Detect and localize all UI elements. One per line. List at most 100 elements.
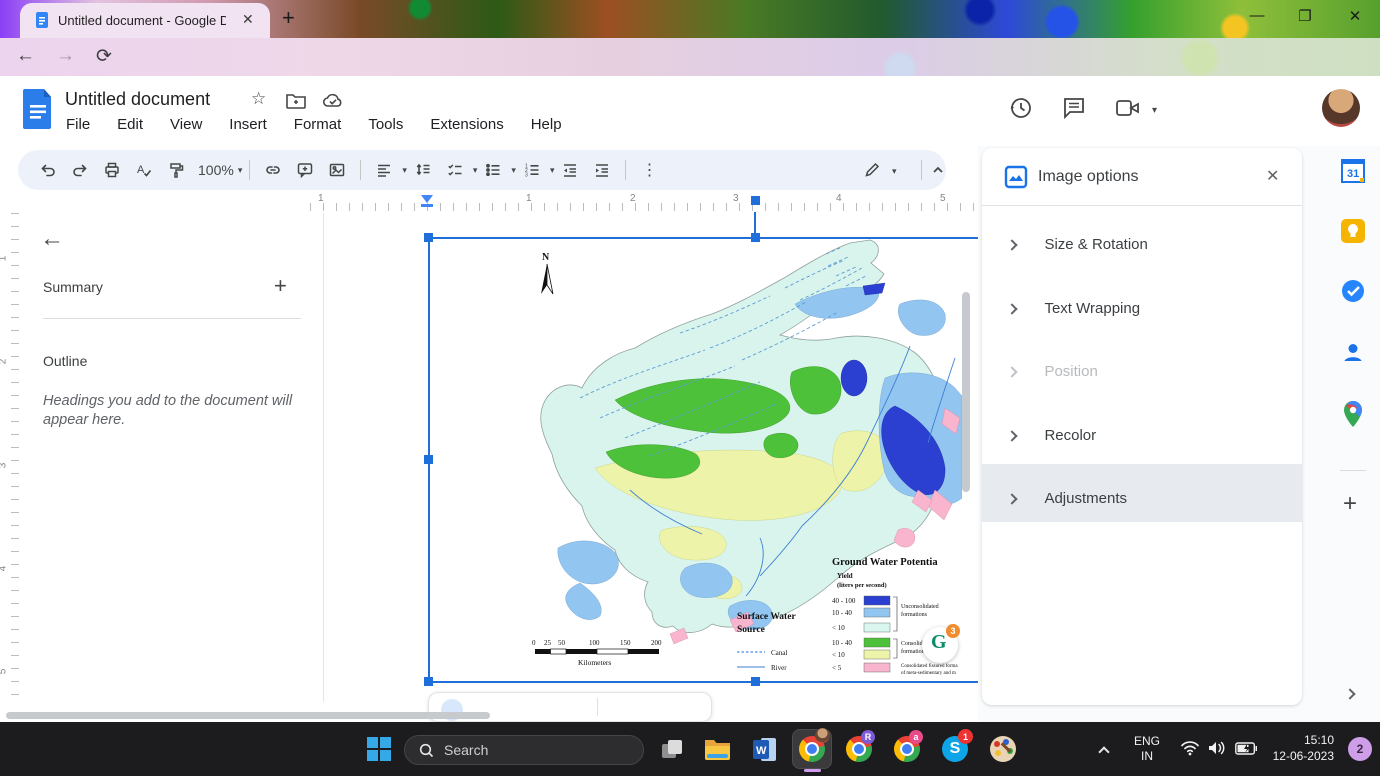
menu-view[interactable]: View: [170, 116, 202, 133]
print-button[interactable]: [99, 157, 125, 183]
panel-close-icon[interactable]: ✕: [1266, 166, 1279, 186]
checklist-button[interactable]: [442, 157, 468, 183]
image-rotation-handle[interactable]: [751, 196, 760, 205]
get-add-ons-icon[interactable]: +: [1343, 490, 1357, 518]
taskbar-clock[interactable]: 15:10 12-06-2023: [1258, 732, 1334, 764]
selection-handle-bottom-middle[interactable]: [751, 677, 760, 686]
menu-extensions[interactable]: Extensions: [430, 116, 503, 133]
start-button[interactable]: [366, 736, 392, 762]
cloud-saved-icon[interactable]: [322, 93, 344, 109]
document-horizontal-scrollbar[interactable]: [6, 712, 490, 719]
document-vertical-scrollbar[interactable]: [962, 292, 970, 492]
menu-format[interactable]: Format: [294, 116, 342, 133]
docs-logo[interactable]: [23, 89, 53, 129]
wifi-icon[interactable]: [1180, 740, 1200, 756]
bulleted-list-caret[interactable]: ▾: [511, 165, 516, 176]
meet-video-icon[interactable]: [1116, 99, 1140, 117]
chrome-profile3-app[interactable]: a: [894, 736, 920, 762]
north-arrow: N: [541, 252, 553, 294]
comments-icon[interactable]: [1062, 96, 1086, 120]
panel-item-text-wrapping[interactable]: Text Wrapping: [1008, 300, 1140, 318]
chrome-profile2-app[interactable]: R: [846, 736, 872, 762]
insert-link-button[interactable]: [260, 157, 286, 183]
document-canvas[interactable]: N Ground Water Potentia Yield (liters pe…: [324, 213, 980, 722]
spelling-check-button[interactable]: A: [131, 157, 157, 183]
zoom-dropdown-caret[interactable]: ▾: [238, 165, 243, 176]
paint-app[interactable]: [990, 736, 1016, 762]
selection-handle-middle-left[interactable]: [424, 455, 433, 464]
version-history-icon[interactable]: [1008, 95, 1034, 121]
google-maps-icon[interactable]: [1342, 400, 1364, 428]
decrease-indent-button[interactable]: [557, 157, 583, 183]
tray-expand-icon[interactable]: [1098, 746, 1109, 757]
increase-indent-button[interactable]: [589, 157, 615, 183]
collapse-toolbar-button[interactable]: [925, 157, 951, 183]
editing-mode-caret[interactable]: ▾: [892, 166, 897, 177]
move-to-folder-icon[interactable]: [286, 93, 306, 109]
selection-handle-top-left[interactable]: [424, 233, 433, 242]
battery-icon[interactable]: [1235, 742, 1257, 755]
editing-mode-button[interactable]: [859, 157, 885, 183]
add-summary-icon[interactable]: +: [274, 273, 287, 299]
collapse-side-strip-icon[interactable]: [1344, 688, 1355, 699]
google-keep-icon[interactable]: [1340, 218, 1366, 244]
skype-app[interactable]: S 1: [942, 736, 968, 762]
menu-help[interactable]: Help: [531, 116, 562, 133]
svg-text:25: 25: [544, 639, 552, 647]
word-icon[interactable]: W: [752, 737, 777, 762]
numbered-list-caret[interactable]: ▾: [550, 165, 555, 176]
svg-text:of meta-sedimentary and m: of meta-sedimentary and m: [901, 671, 956, 676]
taskbar-search-box[interactable]: Search: [404, 735, 644, 765]
new-tab-button[interactable]: +: [282, 5, 295, 31]
indent-marker[interactable]: [421, 195, 433, 203]
star-document-icon[interactable]: ☆: [251, 89, 266, 109]
meet-dropdown-caret[interactable]: ▾: [1152, 105, 1157, 116]
checklist-dropdown-caret[interactable]: ▾: [473, 165, 478, 176]
align-dropdown-caret[interactable]: ▾: [402, 165, 407, 176]
close-outline-icon[interactable]: ←: [40, 225, 64, 253]
grammarly-assistant-badge[interactable]: G 3: [922, 627, 958, 663]
document-image-map[interactable]: N Ground Water Potentia Yield (liters pe…: [430, 238, 962, 682]
window-close-button[interactable]: ✕: [1338, 7, 1372, 25]
google-contacts-icon[interactable]: [1340, 340, 1366, 366]
file-explorer-icon[interactable]: [704, 737, 731, 761]
svg-text:40 - 100: 40 - 100: [832, 597, 856, 605]
undo-button[interactable]: [35, 157, 61, 183]
task-view-icon[interactable]: [660, 738, 684, 762]
toolbar-overflow-icon[interactable]: ⋮: [636, 157, 662, 183]
tab-close-icon[interactable]: ✕: [242, 11, 254, 28]
selection-handle-top-middle[interactable]: [751, 233, 760, 242]
redo-button[interactable]: [67, 157, 93, 183]
panel-item-adjustments[interactable]: Adjustments: [1008, 490, 1127, 508]
menu-tools[interactable]: Tools: [368, 116, 403, 133]
back-icon[interactable]: ←: [16, 45, 35, 67]
reload-icon[interactable]: ⟳: [96, 45, 112, 68]
account-avatar[interactable]: [1322, 89, 1360, 127]
insert-image-button[interactable]: [324, 157, 350, 183]
window-minimize-button[interactable]: —: [1240, 7, 1274, 24]
panel-item-size-rotation[interactable]: Size & Rotation: [1008, 236, 1148, 254]
menu-file[interactable]: File: [66, 116, 90, 133]
window-maximize-button[interactable]: ❐: [1288, 7, 1322, 25]
document-title[interactable]: Untitled document: [65, 89, 210, 110]
panel-item-recolor[interactable]: Recolor: [1008, 427, 1096, 445]
chrome-active-app[interactable]: [792, 729, 832, 769]
selection-handle-bottom-left[interactable]: [424, 677, 433, 686]
browser-tab[interactable]: Untitled document - Google Doc ✕: [20, 3, 270, 38]
align-button[interactable]: [371, 157, 397, 183]
google-calendar-icon[interactable]: 31: [1340, 158, 1366, 184]
forward-icon[interactable]: →: [56, 45, 75, 67]
add-comment-button[interactable]: [292, 157, 318, 183]
zoom-level[interactable]: 100%: [198, 162, 234, 178]
language-indicator[interactable]: ENGIN: [1130, 734, 1164, 764]
vertical-ruler[interactable]: 1 2 3 4 5: [0, 213, 20, 702]
notification-count-badge[interactable]: 2: [1348, 737, 1372, 761]
numbered-list-button[interactable]: 123: [519, 157, 545, 183]
line-spacing-button[interactable]: [410, 157, 436, 183]
google-tasks-icon[interactable]: [1340, 278, 1366, 304]
bulleted-list-button[interactable]: [480, 157, 506, 183]
menu-insert[interactable]: Insert: [229, 116, 267, 133]
paint-format-button[interactable]: [163, 157, 189, 183]
volume-icon[interactable]: [1208, 740, 1226, 756]
menu-edit[interactable]: Edit: [117, 116, 143, 133]
